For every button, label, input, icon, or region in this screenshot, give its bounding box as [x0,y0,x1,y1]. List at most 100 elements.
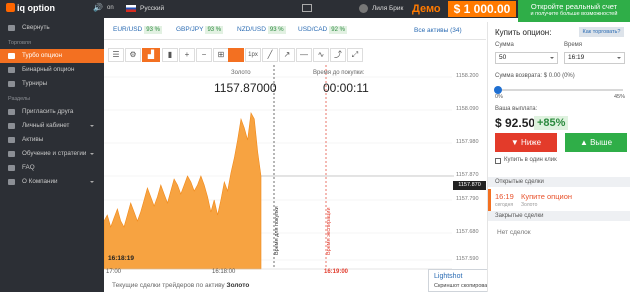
period-selector[interactable]: 1px [245,48,261,62]
fullscreen-icon[interactable]: ⤢ [347,48,363,62]
traders-asset: Золото [226,282,250,289]
sidebar-item-invite[interactable]: Пригласить друга [0,105,104,119]
deal-action: Купите опцион [521,192,573,201]
sidebar-item-account[interactable]: Личный кабинет [0,119,104,133]
cursor-time: 16:18:19 [108,255,135,262]
sidebar-item-faq[interactable]: FAQ [0,161,104,175]
one-click-label: Купить в один клик [504,157,557,163]
faq-icon [8,165,15,171]
asset-payout: 92 % [329,26,347,34]
area-chart-icon[interactable]: ▟ [142,48,160,62]
candles-icon[interactable]: ▮ [162,48,178,62]
menu-icon[interactable]: ☰ [108,48,124,62]
time-label: Время [564,42,583,48]
avatar[interactable] [359,4,368,13]
lower-button[interactable]: ▼ Ниже [495,133,557,152]
sidebar-item-tournaments[interactable]: Турниры [0,77,104,91]
one-click-checkbox[interactable] [495,158,501,164]
tab-asset[interactable]: GBP/JPY 93 % [176,26,224,34]
color-swatch-icon[interactable] [228,48,244,62]
sidebar-item-assets[interactable]: Активы [0,133,104,147]
lightshot-title: Lightshot [434,273,463,280]
sidebar-item-binary[interactable]: Бинарный опцион [0,63,104,77]
x-tick-label: 16:18:00 [212,269,236,275]
mail-icon[interactable] [302,4,312,12]
all-assets-dropdown[interactable]: Все активы (34) [414,27,462,34]
sidebar-item-label: О Компании [22,178,58,185]
return-label: Сумма возврата: $ 0.00 (0%) [495,73,575,79]
return-slider-handle[interactable] [494,86,502,94]
real-account-title: Откройте реальный счет [530,2,618,11]
higher-button[interactable]: ▲ Выше [565,133,627,152]
balance[interactable]: $ 1 000.00 [448,1,516,17]
time-field[interactable]: 16:19 [564,52,625,64]
trend-icon[interactable]: ⤴ [330,48,346,62]
y-tick-label: 1158.090 [456,106,479,112]
sidebar-section-sections: Разделы [8,96,31,102]
horizontal-line-icon[interactable]: — [296,48,312,62]
chevron-down-icon [90,181,94,185]
trophy-icon [8,81,15,87]
tab-asset[interactable]: NZD/USD 93 % [237,26,286,34]
asset-name: USD/CAD [298,26,328,33]
line-tool-icon[interactable]: ╱ [262,48,278,62]
trade-panel: Купить опцион: Как торговать? Сумма Врем… [487,22,630,292]
settings-icon[interactable]: ⚙ [125,48,141,62]
y-tick-label: 1157.590 [456,256,479,262]
chart-canvas[interactable] [104,65,486,292]
fit-icon[interactable]: ⊞ [213,48,229,62]
asset-tabs: EUR/USD 93 % GBP/JPY 93 % NZD/USD 93 % USD/… [104,22,486,40]
payout-percent-badge: +85% [534,116,569,130]
traders-deals: Текущие сделки трейдеров по активу Золот… [112,282,249,289]
slider-min: 0% [495,94,503,100]
sidebar: Свернуть Торговля Турбо опцион Бинарный … [0,18,104,292]
deal-time: 16:19 [495,192,514,201]
sidebar-item-label: Свернуть [22,24,50,31]
brand-logo[interactable]: iq option [6,3,55,13]
sidebar-item-label: Бинарный опцион [22,66,75,73]
chart-asset-name: Золото [231,70,251,76]
return-slider-track[interactable] [497,89,623,91]
closed-deals-header: Закрытые сделки [488,211,630,221]
asset-payout: 93 % [205,26,224,34]
russian-flag-icon[interactable] [126,5,136,12]
y-tick-label: 1158.200 [456,73,479,79]
down-chart-icon: ▼ [510,138,522,147]
price-chart[interactable]: Золото 1157.87000 Время до покупки: 00:0… [104,65,486,292]
indicator-icon[interactable]: ∿ [313,48,329,62]
sidebar-collapse[interactable]: Свернуть [0,21,104,35]
amount-value: 50 [499,54,507,61]
tab-asset[interactable]: USD/CAD 92 % [298,26,347,34]
language-selector[interactable]: Русский [140,5,164,12]
payout-label: Ваша выплата: [495,106,538,112]
asset-name: NZD/USD [237,26,266,33]
education-icon [8,151,15,157]
open-deal-item[interactable]: 16:19 сегодня Купите опцион Золото [488,189,630,211]
sidebar-item-about[interactable]: О Компании [0,175,104,189]
amount-field[interactable]: 50 [495,52,558,64]
sidebar-item-turbo[interactable]: Турбо опцион [0,49,104,63]
sound-state[interactable]: on [107,5,114,11]
speaker-icon[interactable]: 🔊 [93,3,103,12]
up-chart-icon: ▲ [579,138,591,147]
user-icon [8,123,15,129]
tab-asset[interactable]: EUR/USD 93 % [113,26,162,34]
deal-date: сегодня [495,202,514,208]
ray-tool-icon[interactable]: ↗ [279,48,295,62]
open-real-account-button[interactable]: Откройте реальный счет и получите больше… [518,0,630,22]
binary-icon [8,67,15,73]
panel-title: Купить опцион: [495,28,552,37]
zoom-out-icon[interactable]: − [196,48,212,62]
asset-payout: 93 % [144,26,162,34]
price-area-series [104,112,262,270]
sidebar-item-education[interactable]: Обучение и стратегии [0,147,104,161]
top-bar: iq option 🔊 on Русский Лиля Брик Демо $ … [0,0,630,22]
zoom-in-icon[interactable]: + [179,48,195,62]
asset-name: EUR/USD [113,26,143,33]
username[interactable]: Лиля Брик [372,5,403,12]
how-to-trade-button[interactable]: Как торговать? [579,27,624,37]
sidebar-item-label: Обучение и стратегии [22,150,87,157]
deal-asset: Золото [521,202,538,208]
invite-icon [8,109,15,115]
time-value: 16:19 [568,54,585,61]
